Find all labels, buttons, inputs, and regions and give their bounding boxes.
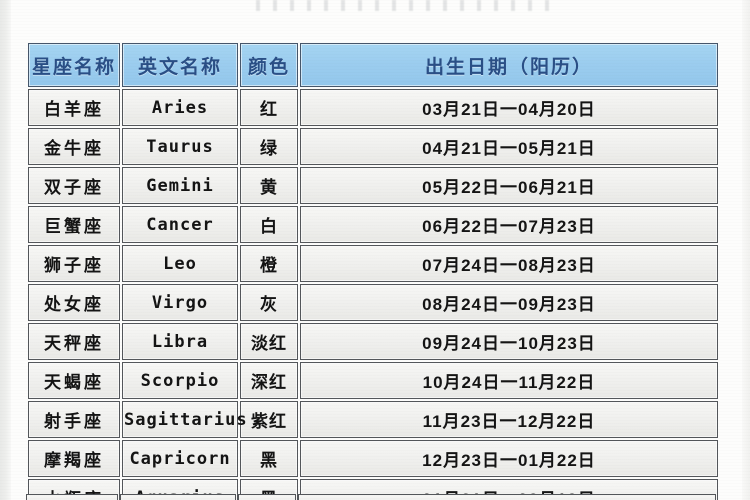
column-header-color: 颜色 [240,43,298,87]
cell-birth-date: 09月24日一10月23日 [300,323,718,360]
cell-english-name: Aries [122,89,238,126]
cell-birth-date: 03月21日一04月20日 [300,89,718,126]
cell-english-name: Scorpio [122,362,238,399]
cell-color: 深红 [240,362,298,399]
cell-birth-date: 04月21日一05月21日 [300,128,718,165]
cell-birth-date: 05月22日一06月21日 [300,167,718,204]
column-header-zodiac-name: 星座名称 [28,43,120,87]
page-left-gutter [0,0,11,500]
cell-english-name: Virgo [122,284,238,321]
cell-english-name: Capricorn [122,440,238,477]
cell-color: 紫红 [240,401,298,438]
cell-zodiac-name: 处女座 [28,284,120,321]
clipped-cell-color [238,494,296,500]
cell-english-name: Leo [122,245,238,282]
cell-english-name: Sagittarius [122,401,247,438]
cell-english-name: Taurus [122,128,238,165]
table-row: 射手座 Sagittarius 紫红 11月23日一12月22日 [28,401,718,438]
cell-color: 橙 [240,245,298,282]
header-row: 星座名称 英文名称 颜色 出生日期（阳历） [28,43,718,87]
column-header-birth-date: 出生日期（阳历） [300,43,718,87]
cell-zodiac-name: 巨蟹座 [28,206,120,243]
cell-color: 淡红 [240,323,298,360]
cell-english-name: Gemini [122,167,238,204]
cell-zodiac-name: 天蝎座 [28,362,120,399]
table-row: 天秤座 Libra 淡红 09月24日一10月23日 [28,323,718,360]
clipped-bottom-row [26,494,718,500]
cell-birth-date: 12月23日一01月22日 [300,440,718,477]
table-row: 白羊座 Aries 红 03月21日一04月20日 [28,89,718,126]
clipped-cell-name [26,494,118,500]
cell-birth-date: 10月24日一11月22日 [300,362,718,399]
table-row: 处女座 Virgo 灰 08月24日一09月23日 [28,284,718,321]
cell-birth-date: 06月22日一07月23日 [300,206,718,243]
table-row: 摩羯座 Capricorn 黑 12月23日一01月22日 [28,440,718,477]
table-row: 天蝎座 Scorpio 深红 10月24日一11月22日 [28,362,718,399]
clipped-cell-english [120,494,236,500]
zodiac-table-container: 星座名称 英文名称 颜色 出生日期（阳历） 白羊座 Aries 红 03月21日一04… [26,41,718,500]
table-header: 星座名称 英文名称 颜色 出生日期（阳历） [28,43,718,87]
clipped-cell-date [298,494,716,500]
table-row: 狮子座 Leo 橙 07月24日一08月23日 [28,245,718,282]
table-row: 金牛座 Taurus 绿 04月21日一05月21日 [28,128,718,165]
cell-zodiac-name: 金牛座 [28,128,120,165]
clipped-text-artifact [250,0,560,11]
cell-zodiac-name: 天秤座 [28,323,120,360]
cell-color: 灰 [240,284,298,321]
cell-color: 黄 [240,167,298,204]
table-row: 巨蟹座 Cancer 白 06月22日一07月23日 [28,206,718,243]
cell-color: 红 [240,89,298,126]
cell-zodiac-name: 白羊座 [28,89,120,126]
cell-birth-date: 11月23日一12月22日 [300,401,718,438]
cell-zodiac-name: 双子座 [28,167,120,204]
cell-color: 白 [240,206,298,243]
cell-zodiac-name: 射手座 [28,401,120,438]
column-header-english-name: 英文名称 [122,43,238,87]
cell-birth-date: 07月24日一08月23日 [300,245,718,282]
table-body: 白羊座 Aries 红 03月21日一04月20日 金牛座 Taurus 绿 04月21日一0… [28,89,718,500]
cell-english-name: Libra [122,323,238,360]
cell-english-name: Cancer [122,206,238,243]
cell-color: 绿 [240,128,298,165]
page-right-gutter [742,0,750,500]
scanned-page: 星座名称 英文名称 颜色 出生日期（阳历） 白羊座 Aries 红 03月21日一04… [0,0,750,500]
table-row: 双子座 Gemini 黄 05月22日一06月21日 [28,167,718,204]
cell-birth-date: 08月24日一09月23日 [300,284,718,321]
cell-zodiac-name: 狮子座 [28,245,120,282]
cell-color: 黑 [240,440,298,477]
cell-zodiac-name: 摩羯座 [28,440,120,477]
zodiac-table: 星座名称 英文名称 颜色 出生日期（阳历） 白羊座 Aries 红 03月21日一04… [26,41,720,500]
